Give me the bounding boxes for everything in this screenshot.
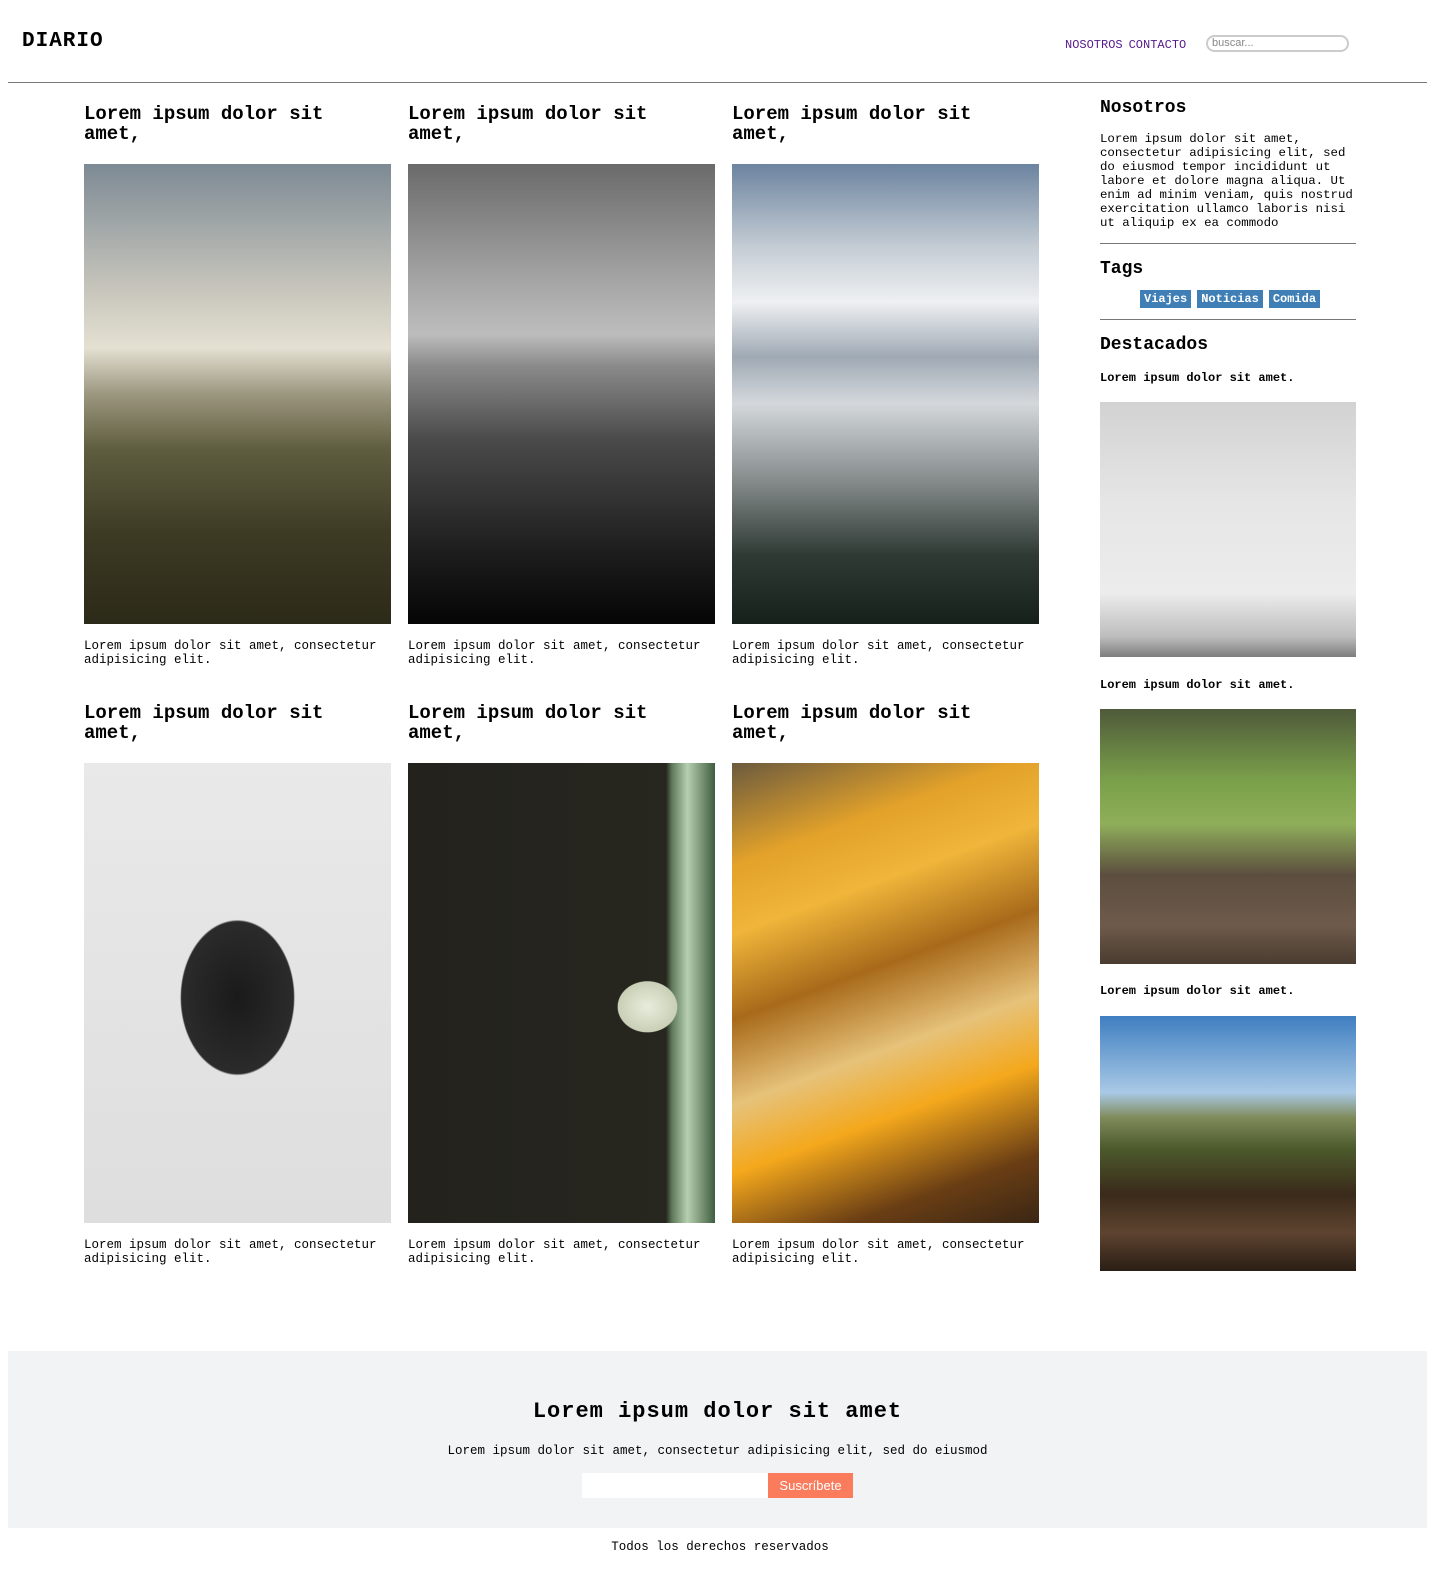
post-card: Lorem ipsum dolor sit amet, Lorem ipsum … [408,703,715,1266]
newsletter-title: Lorem ipsum dolor sit amet [532,1399,903,1424]
post-title[interactable]: Lorem ipsum dolor sit amet, [408,104,715,164]
post-excerpt: Lorem ipsum dolor sit amet, consectetur … [408,1238,701,1266]
header: DIARIO NOSOTROS CONTACTO buscar... [8,0,1427,83]
post-card: Lorem ipsum dolor sit amet, Lorem ipsum … [84,703,391,1266]
site-logo[interactable]: DIARIO [22,30,104,53]
newsletter-section: Lorem ipsum dolor sit amet Lorem ipsum d… [8,1351,1427,1528]
email-field[interactable] [582,1473,768,1498]
post-image-misty-forest[interactable] [732,164,1039,624]
post-image-typewriter[interactable] [84,763,391,1223]
featured-heading: Destacados [1100,335,1209,355]
post-title[interactable]: Lorem ipsum dolor sit amet, [84,703,391,763]
post-card: Lorem ipsum dolor sit amet, Lorem ipsum … [732,104,1039,667]
tag-viajes[interactable]: Viajes [1140,290,1192,308]
search-input[interactable]: buscar... [1206,35,1349,52]
about-heading: Nosotros [1100,98,1187,118]
nav-link-contacto[interactable]: CONTACTO [1129,38,1187,52]
nav-link-nosotros[interactable]: NOSOTROS [1065,38,1123,52]
post-title[interactable]: Lorem ipsum dolor sit amet, [732,703,1039,763]
featured-image-railway[interactable] [1100,1016,1356,1271]
featured-image-seagull[interactable] [1100,402,1356,657]
sidebar: Nosotros Lorem ipsum dolor sit amet, con… [1100,98,1356,1271]
post-card: Lorem ipsum dolor sit amet, Lorem ipsum … [732,703,1039,1266]
featured-image-forest-path[interactable] [1100,709,1356,964]
featured-title[interactable]: Lorem ipsum dolor sit amet. [1100,371,1356,385]
post-excerpt: Lorem ipsum dolor sit amet, consectetur … [84,1238,377,1266]
tag-noticias[interactable]: Noticias [1197,290,1263,308]
featured-title[interactable]: Lorem ipsum dolor sit amet. [1100,678,1356,692]
post-title[interactable]: Lorem ipsum dolor sit amet, [408,703,715,763]
post-image-autumn-leaves[interactable] [732,763,1039,1223]
post-image-calla-lily[interactable] [408,763,715,1223]
post-title[interactable]: Lorem ipsum dolor sit amet, [732,104,1039,164]
subscribe-button[interactable]: Suscríbete [768,1473,853,1498]
post-excerpt: Lorem ipsum dolor sit amet, consectetur … [408,639,701,667]
divider [1100,243,1356,244]
main-nav: NOSOTROS CONTACTO [1065,38,1192,52]
post-excerpt: Lorem ipsum dolor sit amet, consectetur … [732,1238,1025,1266]
post-excerpt: Lorem ipsum dolor sit amet, consectetur … [732,639,1025,667]
post-image-mountain-valley[interactable] [84,164,391,624]
tags-heading: Tags [1100,259,1144,279]
divider [1100,319,1356,320]
featured-title[interactable]: Lorem ipsum dolor sit amet. [1100,984,1356,998]
tag-list: Viajes Noticias Comida [1100,289,1356,308]
post-image-ocean[interactable] [408,164,715,624]
about-text: Lorem ipsum dolor sit amet, consectetur … [1100,132,1353,230]
tag-comida[interactable]: Comida [1268,290,1321,308]
post-card: Lorem ipsum dolor sit amet, Lorem ipsum … [408,104,715,667]
copyright: Todos los derechos reservados [611,1540,829,1554]
newsletter-text: Lorem ipsum dolor sit amet, consectetur … [447,1444,988,1458]
post-excerpt: Lorem ipsum dolor sit amet, consectetur … [84,639,377,667]
post-card: Lorem ipsum dolor sit amet, Lorem ipsum … [84,104,391,667]
post-title[interactable]: Lorem ipsum dolor sit amet, [84,104,391,164]
